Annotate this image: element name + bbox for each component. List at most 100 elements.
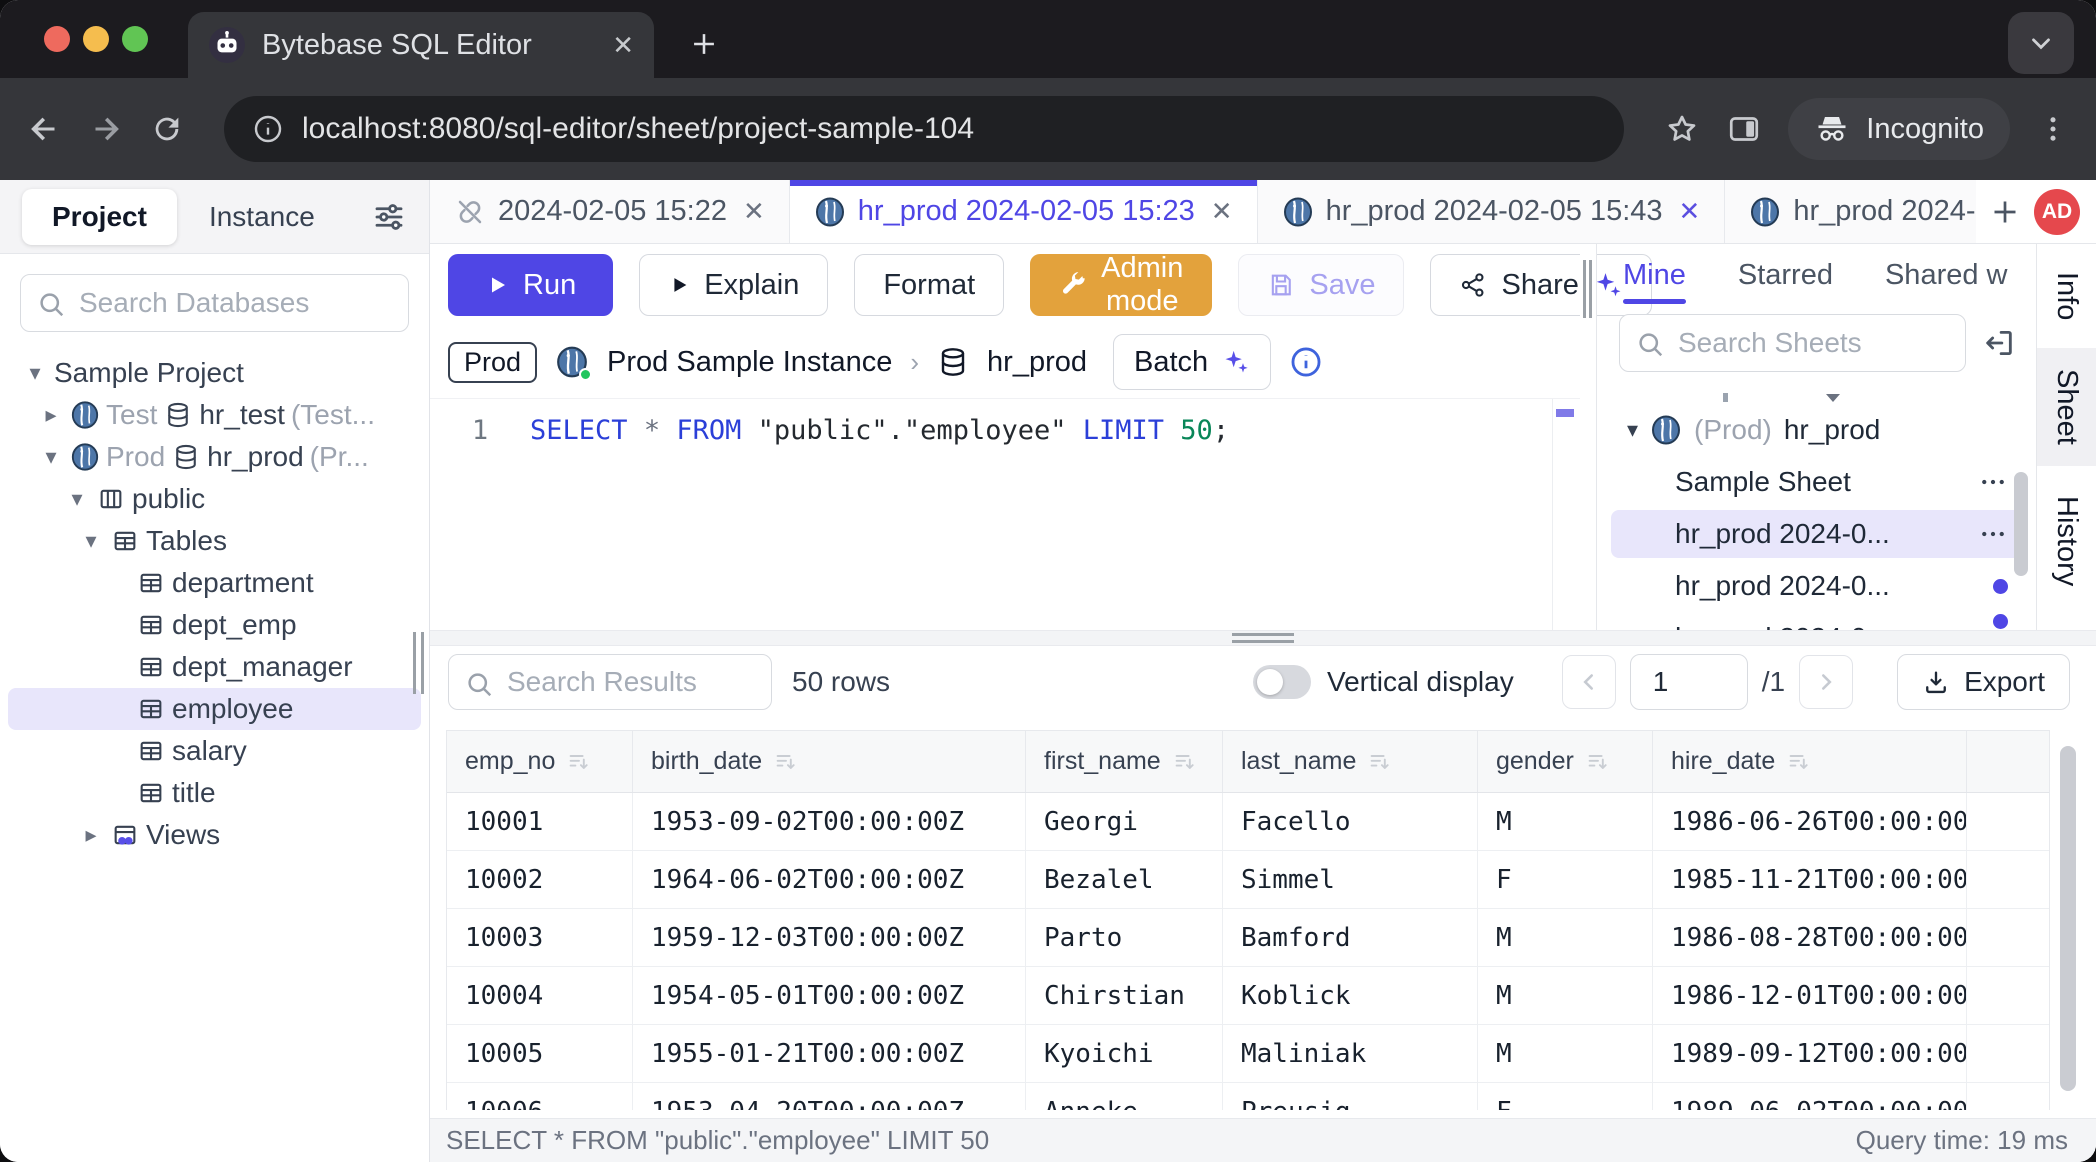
panel-tab[interactable]: History: [2037, 466, 2096, 616]
tree-expander-icon[interactable]: [22, 360, 48, 386]
site-info-icon[interactable]: [252, 113, 284, 145]
instance-name[interactable]: Prod Sample Instance: [607, 346, 892, 379]
column-header[interactable]: gender: [1478, 731, 1653, 792]
tree-expander-icon[interactable]: [64, 486, 90, 512]
worksheet-tab[interactable]: hr_prod 2024-02-05 15:23: [790, 180, 1258, 243]
format-button[interactable]: Format: [854, 254, 1004, 316]
tree-item[interactable]: department: [8, 562, 421, 604]
table-row[interactable]: 10002 1964-06-02T00:00:00Z Bezalel Simme…: [447, 851, 2049, 909]
export-button[interactable]: Export: [1897, 654, 2070, 710]
tree-item[interactable]: dept_emp: [8, 604, 421, 646]
explain-button[interactable]: Explain: [639, 254, 828, 316]
sheet-item[interactable]: Sample Sheet: [1611, 458, 2024, 506]
table-row[interactable]: 10003 1959-12-03T00:00:00Z Parto Bamford…: [447, 909, 2049, 967]
column-header[interactable]: emp_no: [447, 731, 633, 792]
tab-project[interactable]: Project: [22, 189, 177, 245]
tree-item[interactable]: salary: [8, 730, 421, 772]
close-browser-tab-icon[interactable]: [612, 30, 634, 61]
tree-item[interactable]: Views: [8, 814, 421, 856]
sheet-item[interactable]: (Prod) hr_prod: [1611, 406, 2024, 454]
sheet-item[interactable]: [1611, 388, 2024, 402]
forward-icon[interactable]: [88, 111, 124, 147]
sort-icon[interactable]: [1787, 750, 1811, 774]
reload-icon[interactable]: [150, 112, 184, 146]
tree-expander-icon[interactable]: [38, 444, 64, 470]
tree-item[interactable]: Sample Project: [8, 352, 421, 394]
browser-tab[interactable]: Bytebase SQL Editor: [188, 12, 654, 78]
address-bar[interactable]: localhost:8080/sql-editor/sheet/project-…: [224, 96, 1624, 162]
admin-mode-button[interactable]: Admin mode: [1030, 254, 1212, 316]
sort-icon[interactable]: [1368, 750, 1392, 774]
column-header[interactable]: first_name: [1026, 731, 1223, 792]
window-close-button[interactable]: [44, 26, 70, 52]
sql-code-editor[interactable]: 1 SELECT * FROM "public"."employee" LIMI…: [430, 398, 1580, 630]
table-row[interactable]: 10006 1953-04-20T00:00:00Z Anneke Preusi…: [447, 1083, 2049, 1110]
search-databases-input[interactable]: [20, 274, 409, 332]
sort-icon[interactable]: [1173, 750, 1197, 774]
column-header[interactable]: hire_date: [1653, 731, 1967, 792]
side-panel-icon[interactable]: [1726, 111, 1762, 147]
tree-item[interactable]: Tables: [8, 520, 421, 562]
sidebar-resize-handle[interactable]: [413, 632, 424, 694]
table-row[interactable]: 10005 1955-01-21T00:00:00Z Kyoichi Malin…: [447, 1025, 2049, 1083]
sort-icon[interactable]: [567, 750, 591, 774]
sort-icon[interactable]: [1586, 750, 1610, 774]
info-icon[interactable]: [1289, 345, 1323, 379]
sheet-item[interactable]: hr_prod 2024-0...: [1611, 510, 2024, 558]
tree-item[interactable]: dept_manager: [8, 646, 421, 688]
tree-item[interactable]: Prod hr_prod (Pr...: [8, 436, 421, 478]
tree-item[interactable]: title: [8, 772, 421, 814]
page-number-input[interactable]: [1630, 654, 1748, 710]
vertical-display-toggle[interactable]: [1253, 665, 1311, 699]
sheet-item[interactable]: hr_prod 2024-0...: [1611, 562, 2024, 610]
run-button[interactable]: Run: [448, 254, 613, 316]
tree-item[interactable]: employee: [8, 688, 421, 730]
worksheet-tab[interactable]: hr_prod 2024-02-05 15:43: [1258, 180, 1726, 243]
results-scrollbar[interactable]: [2060, 746, 2076, 1091]
next-page-button[interactable]: [1799, 655, 1853, 709]
save-button[interactable]: Save: [1238, 254, 1404, 316]
worksheet-tab[interactable]: 2024-02-05 15:22: [430, 180, 790, 243]
window-minimize-button[interactable]: [83, 26, 109, 52]
panel-tab[interactable]: Sheet: [2037, 348, 2096, 466]
search-results-input[interactable]: [448, 654, 772, 710]
more-actions-icon[interactable]: [1978, 467, 2008, 497]
database-name[interactable]: hr_prod: [987, 346, 1087, 379]
more-actions-icon[interactable]: [1978, 519, 2008, 549]
panel-tab[interactable]: Info: [2037, 244, 2096, 348]
tree-item[interactable]: Test hr_test (Test...: [8, 394, 421, 436]
close-tab-icon[interactable]: [1679, 196, 1701, 227]
new-worksheet-button[interactable]: [1976, 180, 2034, 243]
bookmark-star-icon[interactable]: [1664, 111, 1700, 147]
import-sheet-icon[interactable]: [1982, 326, 2016, 360]
sheet-filter-tab[interactable]: Starred: [1738, 244, 1833, 306]
back-icon[interactable]: [26, 111, 62, 147]
tree-item[interactable]: public: [8, 478, 421, 520]
sort-icon[interactable]: [774, 750, 798, 774]
previous-page-button[interactable]: [1562, 655, 1616, 709]
chevron-down-icon[interactable]: [1627, 417, 1638, 443]
horizontal-splitter[interactable]: [430, 630, 2096, 646]
filter-settings-icon[interactable]: [371, 199, 407, 235]
sheet-filter-tab[interactable]: Shared w: [1885, 244, 2008, 306]
tab-instance[interactable]: Instance: [177, 201, 347, 233]
window-zoom-button[interactable]: [122, 26, 148, 52]
tree-expander-icon[interactable]: [78, 528, 104, 554]
browser-menu-icon[interactable]: [2036, 112, 2070, 146]
batch-button[interactable]: Batch: [1113, 334, 1271, 390]
sheet-list-scrollbar[interactable]: [2014, 472, 2028, 576]
table-row[interactable]: 10001 1953-09-02T00:00:00Z Georgi Facell…: [447, 793, 2049, 851]
sheet-filter-tab[interactable]: Mine: [1623, 244, 1686, 306]
tree-expander-icon[interactable]: [38, 402, 64, 428]
column-header[interactable]: last_name: [1223, 731, 1478, 792]
table-row[interactable]: 10004 1954-05-01T00:00:00Z Chirstian Kob…: [447, 967, 2049, 1025]
close-tab-icon[interactable]: [743, 196, 765, 227]
new-browser-tab-button[interactable]: [676, 16, 732, 72]
tree-expander-icon[interactable]: [78, 822, 104, 848]
tab-search-button[interactable]: [2008, 12, 2074, 74]
column-header[interactable]: birth_date: [633, 731, 1026, 792]
vertical-splitter[interactable]: [1580, 244, 1596, 630]
user-avatar[interactable]: AD: [2034, 189, 2080, 235]
close-tab-icon[interactable]: [1211, 196, 1233, 227]
search-sheets-input[interactable]: [1619, 314, 1966, 372]
